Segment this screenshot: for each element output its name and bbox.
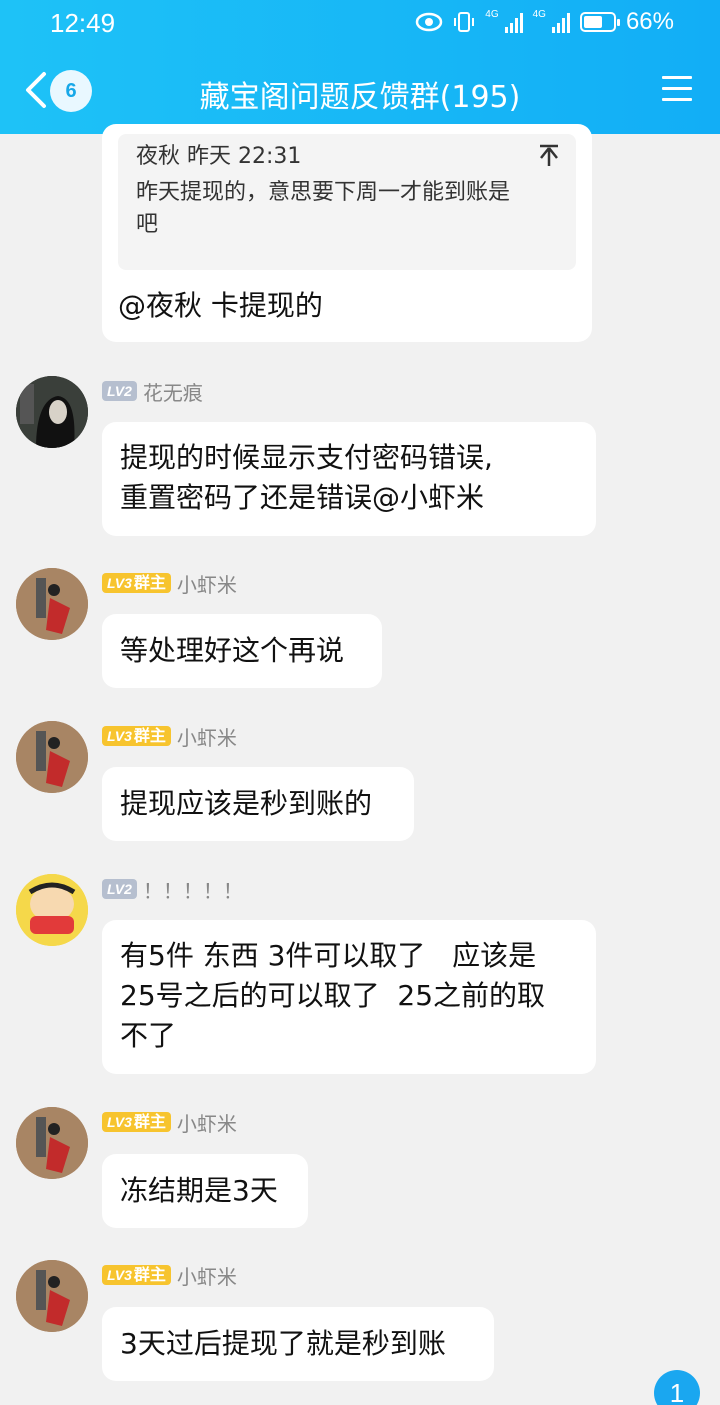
- level-badge: LV2: [102, 381, 137, 401]
- network-4g-label: 4G: [485, 8, 499, 20]
- level-badge: LV3 群主: [102, 1112, 171, 1132]
- status-time: 12:49: [50, 8, 116, 38]
- status-bar: 12:49 4G 4G 66%: [0, 0, 720, 46]
- owner-badge: 群主: [133, 1112, 166, 1131]
- sender-info: LV3 群主 小虾米: [102, 1261, 237, 1290]
- message-text: 等处理好这个再说: [120, 634, 345, 667]
- avatar[interactable]: [16, 874, 88, 946]
- level-badge: LV3 群主: [102, 573, 171, 593]
- vibrate-icon: [454, 12, 475, 32]
- message-text: 重置密码了还是错误@小虾米: [120, 481, 485, 514]
- eye-icon: [416, 12, 443, 32]
- message-text: 提现应该是秒到账的: [120, 787, 373, 820]
- message-bubble[interactable]: 提现应该是秒到账的: [102, 767, 414, 841]
- avatar[interactable]: [16, 1260, 88, 1332]
- signal-icon-2: [551, 11, 570, 33]
- sender-info: LV2 花无痕: [102, 377, 203, 406]
- level-badge: LV2: [102, 879, 137, 899]
- battery-icon: [579, 12, 620, 32]
- level-badge: LV3 群主: [102, 1265, 171, 1285]
- message-text: 25号之后的可以取了 25之前的取: [120, 979, 546, 1012]
- message-bubble[interactable]: 有5件 东西 3件可以取了 应该是 25号之后的可以取了 25之前的取 不了: [102, 920, 596, 1074]
- avatar[interactable]: [16, 721, 88, 793]
- network-4g-label-2: 4G: [532, 8, 546, 20]
- owner-badge: 群主: [133, 1265, 166, 1284]
- sender-name[interactable]: 小虾米: [177, 1108, 237, 1137]
- message-text: @夜秋 卡提现的: [118, 289, 323, 322]
- quote-text-line: 吧: [136, 212, 159, 237]
- message-text: 提现的时候显示支付密码错误,: [120, 441, 493, 474]
- sender-info: LV3 群主 小虾米: [102, 1108, 237, 1137]
- sender-info: LV3 群主 小虾米: [102, 569, 237, 598]
- sender-name[interactable]: 花无痕: [143, 377, 203, 406]
- message-text: 不了: [120, 1019, 177, 1052]
- group-title[interactable]: 藏宝阁问题反馈群(195): [0, 72, 720, 116]
- sender-name[interactable]: ！！！！！: [143, 875, 243, 904]
- app-header: 12:49 4G 4G 66% 6 藏宝阁问题反馈群(195): [0, 0, 720, 134]
- avatar[interactable]: [16, 376, 88, 448]
- status-icons: 4G 4G 66%: [415, 8, 674, 36]
- sender-name[interactable]: 小虾米: [177, 722, 237, 751]
- owner-badge: 群主: [133, 726, 166, 745]
- owner-badge: 群主: [133, 573, 166, 592]
- quote-author-time: 夜秋 昨天 22:31: [136, 144, 302, 169]
- quoted-message[interactable]: 夜秋 昨天 22:31 昨天提现的，意思要下周一才能到账是 吧: [118, 134, 576, 270]
- message-bubble[interactable]: 提现的时候显示支付密码错误, 重置密码了还是错误@小虾米: [102, 422, 596, 536]
- message-bubble[interactable]: 冻结期是3天: [102, 1154, 308, 1228]
- menu-icon[interactable]: [662, 76, 692, 102]
- message-text: 冻结期是3天: [120, 1174, 278, 1207]
- signal-icon: [504, 11, 523, 33]
- nav-bar: 6 藏宝阁问题反馈群(195): [0, 56, 720, 126]
- message-bubble[interactable]: 等处理好这个再说: [102, 614, 382, 688]
- sender-info: LV2 ！！！！！: [102, 875, 243, 904]
- sender-name[interactable]: 小虾米: [177, 1261, 237, 1290]
- sender-info: LV3 群主 小虾米: [102, 722, 237, 751]
- message-text: 3天过后提现了就是秒到账: [120, 1327, 446, 1360]
- message-text: 有5件 东西 3件可以取了 应该是: [120, 939, 537, 972]
- chat-list[interactable]: 夜秋 昨天 22:31 昨天提现的，意思要下周一才能到账是 吧 @夜秋 卡提现的…: [0, 124, 720, 1405]
- message-bubble[interactable]: 3天过后提现了就是秒到账: [102, 1307, 494, 1381]
- avatar[interactable]: [16, 1107, 88, 1179]
- quote-text-line: 昨天提现的，意思要下周一才能到账是: [136, 180, 511, 205]
- sender-name[interactable]: 小虾米: [177, 569, 237, 598]
- battery-percent: 66%: [625, 8, 674, 35]
- avatar[interactable]: [16, 568, 88, 640]
- level-badge: LV3 群主: [102, 726, 171, 746]
- jump-to-quote-icon[interactable]: [538, 142, 560, 168]
